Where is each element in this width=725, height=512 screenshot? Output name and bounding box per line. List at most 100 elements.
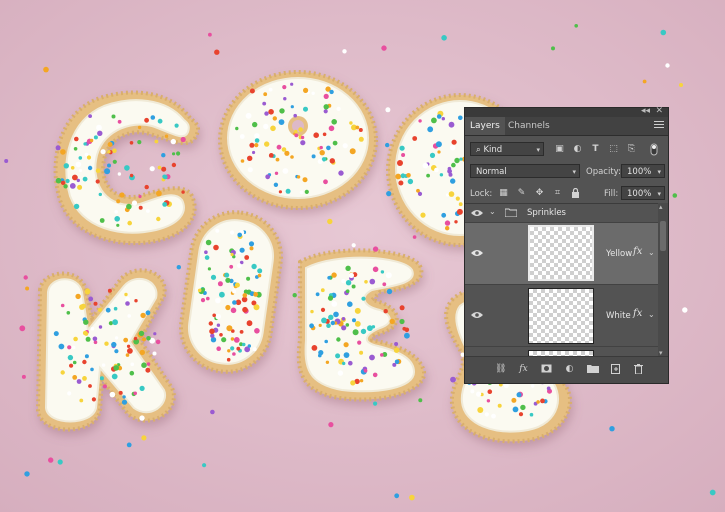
fx-icon[interactable]: fx	[518, 364, 529, 375]
layer-row-sprinkles[interactable]: ⌄ Sprinkles	[465, 204, 658, 223]
scrollbar-thumb[interactable]	[660, 221, 666, 251]
chevron-down-icon[interactable]: ⌄	[648, 310, 655, 319]
sprinkle	[156, 190, 162, 197]
opacity-field[interactable]: 100% ▾	[621, 164, 665, 178]
fx-icon[interactable]: fx	[633, 308, 642, 319]
sprinkle	[329, 89, 334, 95]
sprinkle	[363, 369, 368, 373]
lock-transparent-pixels-icon[interactable]: ▦	[498, 188, 509, 199]
lock-artboard-icon[interactable]: ⌗	[552, 188, 563, 199]
eye-icon[interactable]	[471, 209, 483, 217]
sprinkle	[323, 109, 328, 114]
loose-sprinkle	[412, 235, 417, 239]
new-layer-icon[interactable]	[610, 364, 621, 375]
sprinkle	[73, 336, 78, 342]
shape-filter-icon[interactable]: ⬚	[608, 144, 619, 155]
close-icon[interactable]: ✕	[655, 106, 663, 116]
sprinkle	[111, 373, 118, 380]
sprinkle	[318, 353, 322, 358]
sprinkle	[349, 121, 353, 125]
layer-thumbnail[interactable]	[528, 288, 594, 344]
sprinkle	[234, 282, 240, 288]
sprinkle	[174, 123, 179, 128]
lock-image-pixels-icon[interactable]: ✎	[516, 188, 527, 199]
adjustment-filter-icon[interactable]: ◐	[572, 144, 583, 155]
fx-icon[interactable]: fx	[633, 246, 642, 257]
sprinkle	[215, 297, 221, 304]
sprinkle	[444, 220, 451, 226]
sprinkle	[75, 161, 82, 168]
tab-layers[interactable]: Layers	[465, 117, 505, 135]
sprinkle	[270, 125, 276, 132]
fill-field[interactable]: 100% ▾	[621, 186, 665, 200]
filter-toggle-icon[interactable]	[649, 143, 659, 156]
sprinkle	[149, 166, 155, 172]
collapse-icon[interactable]: ◂◂	[641, 106, 650, 116]
chevron-down-icon[interactable]: ⌄	[648, 248, 655, 257]
sprinkle	[268, 87, 273, 92]
lock-all-icon[interactable]	[570, 187, 581, 199]
sprinkle	[262, 101, 267, 106]
sprinkle	[114, 210, 118, 214]
sprinkle	[204, 250, 208, 254]
type-filter-icon[interactable]: T	[590, 144, 601, 155]
sprinkle	[111, 114, 116, 119]
adjustment-icon[interactable]: ◐	[564, 364, 575, 375]
sprinkle	[300, 140, 306, 146]
sprinkle	[407, 178, 414, 185]
link-icon[interactable]: ⛓	[495, 364, 506, 375]
sprinkle	[107, 288, 112, 293]
smart-object-filter-icon[interactable]: ⎘	[626, 144, 637, 155]
sprinkle	[137, 140, 142, 145]
loose-sprinkle	[23, 275, 28, 280]
layers-scrollbar[interactable]: ▴ ▾	[658, 203, 668, 357]
sprinkle	[164, 134, 169, 138]
sprinkle	[252, 150, 256, 155]
sprinkle	[225, 304, 231, 311]
sprinkle	[254, 133, 260, 139]
layer-thumbnail[interactable]	[528, 225, 594, 281]
cookie-letter-o	[218, 70, 378, 210]
mask-icon[interactable]	[541, 364, 552, 375]
trash-icon[interactable]	[633, 364, 644, 375]
eye-icon[interactable]	[471, 311, 483, 319]
loose-sprinkle	[214, 49, 220, 55]
sprinkle	[140, 312, 146, 319]
sprinkle	[79, 398, 84, 403]
sprinkle	[181, 190, 185, 194]
sprinkle	[445, 226, 450, 231]
sprinkle	[102, 384, 107, 389]
sprinkle	[448, 191, 455, 197]
sprinkle	[72, 375, 78, 380]
kind-filter-dropdown[interactable]: ⌕ Kind ▾	[470, 142, 544, 156]
layer-row-white[interactable]: White fx ⌄	[465, 285, 658, 347]
scroll-up-icon[interactable]: ▴	[659, 203, 663, 211]
sprinkle	[345, 289, 350, 294]
sprinkle	[268, 109, 274, 115]
sprinkle	[72, 174, 78, 181]
sprinkle	[399, 318, 405, 325]
sprinkle	[246, 320, 253, 327]
sprinkle	[456, 208, 463, 215]
eye-icon[interactable]	[471, 249, 483, 257]
sprinkle	[233, 337, 240, 343]
loose-sprinkle	[25, 286, 30, 291]
lock-position-icon[interactable]: ✥	[534, 188, 545, 199]
blend-mode-dropdown[interactable]: Normal ▾	[470, 164, 580, 178]
sprinkle	[358, 128, 363, 132]
folder-icon[interactable]	[587, 364, 599, 375]
sprinkle	[226, 357, 231, 362]
sprinkle	[215, 228, 220, 233]
chevron-down-icon[interactable]: ⌄	[489, 207, 496, 216]
loose-sprinkle	[373, 401, 378, 406]
layer-row-yellow[interactable]: Yellow fx ⌄	[465, 223, 658, 285]
sprinkle	[427, 126, 434, 133]
sprinkle	[341, 278, 346, 284]
image-filter-icon[interactable]: ▣	[554, 144, 565, 155]
sprinkle	[348, 360, 353, 366]
tab-channels[interactable]: Channels	[503, 117, 555, 135]
sprinkle	[372, 372, 378, 378]
sprinkle	[331, 272, 337, 278]
panel-menu-icon[interactable]	[654, 121, 664, 129]
sprinkle	[58, 343, 65, 350]
